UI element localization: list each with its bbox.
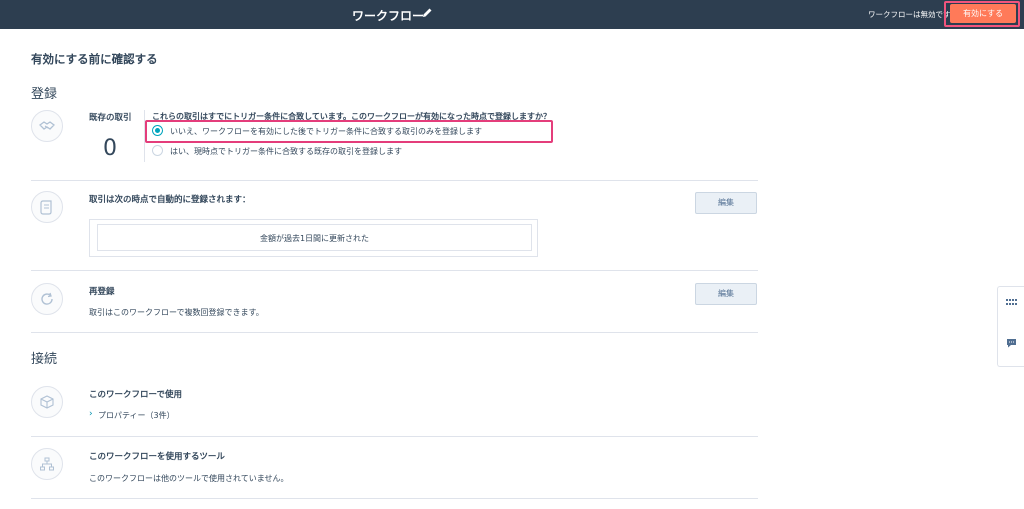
workflow-title[interactable]: ワークフロー xyxy=(352,7,424,24)
divider xyxy=(31,332,758,333)
handshake-icon xyxy=(31,110,63,142)
existing-deals-label: 既存の取引 xyxy=(89,113,132,123)
tools-title: このワークフローを使用するツール xyxy=(89,452,225,462)
pencil-icon[interactable] xyxy=(421,6,433,20)
criteria-text: 金額が過去1日間に更新された xyxy=(97,224,532,251)
cube-icon xyxy=(31,386,63,418)
keypad-icon[interactable] xyxy=(1005,297,1018,309)
edit-reenroll-button[interactable]: 編集 xyxy=(695,283,757,305)
divider xyxy=(31,498,758,499)
tools-description: このワークフローは他のツールで使用されていません。 xyxy=(89,474,289,483)
divider xyxy=(31,270,758,271)
scroll-icon xyxy=(31,191,63,223)
reenroll-description: 取引はこのワークフローで複数回登録できます。 xyxy=(89,308,264,317)
section-title-enrollment: 登録 xyxy=(31,87,58,102)
radio-no[interactable] xyxy=(152,125,163,136)
refresh-icon xyxy=(31,283,63,315)
used-in-title: このワークフローで使用 xyxy=(89,390,182,400)
option-yes-label[interactable]: はい、現時点でトリガー条件に合致する既存の取引を登録します xyxy=(170,146,402,157)
existing-deals-count: 0 xyxy=(103,136,117,161)
auto-enroll-title: 取引は次の時点で自動的に登録されます： xyxy=(89,195,251,205)
option-no-label[interactable]: いいえ、ワークフローを有効にした後でトリガー条件に合致する取引のみを登録します xyxy=(170,126,482,137)
reenroll-title: 再登録 xyxy=(89,287,115,297)
side-panel xyxy=(997,286,1024,367)
properties-item[interactable]: プロパティー（3件） xyxy=(98,410,175,421)
section-title-connections: 接続 xyxy=(31,352,58,367)
divider xyxy=(31,436,758,437)
chat-icon[interactable] xyxy=(1005,337,1018,349)
chevron-right-icon[interactable]: › xyxy=(89,409,93,419)
radio-yes[interactable] xyxy=(152,145,163,156)
workflow-status: ワークフローは無効です xyxy=(868,10,951,19)
hierarchy-icon xyxy=(31,448,63,480)
divider xyxy=(31,180,758,181)
activate-button[interactable]: 有効にする xyxy=(950,4,1016,23)
page-title: 有効にする前に確認する xyxy=(31,52,158,66)
top-bar: ワークフロー ワークフローは無効です 有効にする xyxy=(0,0,1024,29)
edit-trigger-button[interactable]: 編集 xyxy=(695,192,757,214)
